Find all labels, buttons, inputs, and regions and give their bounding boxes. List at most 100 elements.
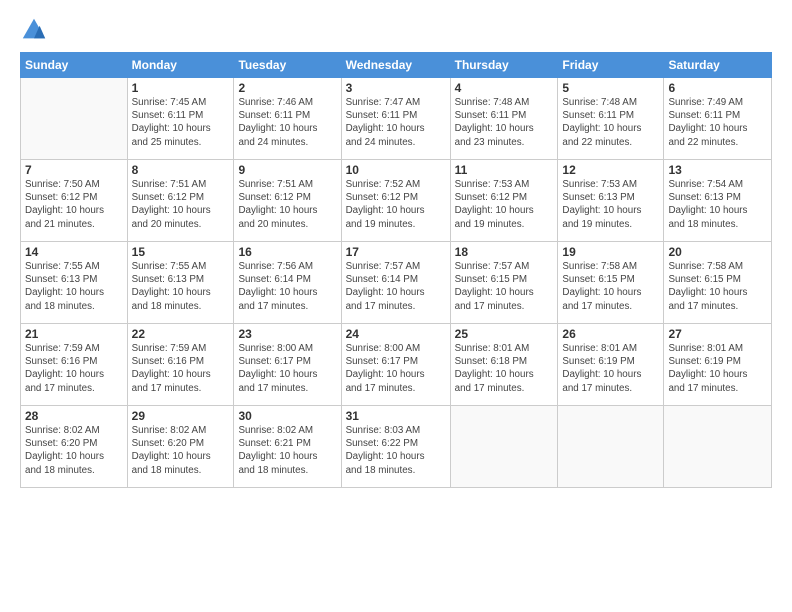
day-info: Sunrise: 7:53 AM Sunset: 6:13 PM Dayligh…	[562, 178, 659, 231]
calendar-cell: 19Sunrise: 7:58 AM Sunset: 6:15 PM Dayli…	[558, 242, 664, 324]
day-info: Sunrise: 7:58 AM Sunset: 6:15 PM Dayligh…	[562, 260, 659, 313]
day-number: 14	[25, 245, 123, 259]
day-info: Sunrise: 7:55 AM Sunset: 6:13 PM Dayligh…	[132, 260, 230, 313]
day-info: Sunrise: 7:49 AM Sunset: 6:11 PM Dayligh…	[668, 96, 767, 149]
day-number: 12	[562, 163, 659, 177]
calendar-cell	[450, 406, 558, 488]
calendar-cell: 5Sunrise: 7:48 AM Sunset: 6:11 PM Daylig…	[558, 78, 664, 160]
calendar-cell: 16Sunrise: 7:56 AM Sunset: 6:14 PM Dayli…	[234, 242, 341, 324]
calendar-cell: 3Sunrise: 7:47 AM Sunset: 6:11 PM Daylig…	[341, 78, 450, 160]
calendar-cell: 26Sunrise: 8:01 AM Sunset: 6:19 PM Dayli…	[558, 324, 664, 406]
calendar-cell: 20Sunrise: 7:58 AM Sunset: 6:15 PM Dayli…	[664, 242, 772, 324]
logo	[20, 16, 52, 44]
calendar-cell: 2Sunrise: 7:46 AM Sunset: 6:11 PM Daylig…	[234, 78, 341, 160]
day-number: 23	[238, 327, 336, 341]
day-number: 18	[455, 245, 554, 259]
calendar-cell: 10Sunrise: 7:52 AM Sunset: 6:12 PM Dayli…	[341, 160, 450, 242]
day-number: 22	[132, 327, 230, 341]
day-number: 10	[346, 163, 446, 177]
calendar-cell: 24Sunrise: 8:00 AM Sunset: 6:17 PM Dayli…	[341, 324, 450, 406]
weekday-header-tuesday: Tuesday	[234, 53, 341, 78]
day-info: Sunrise: 7:46 AM Sunset: 6:11 PM Dayligh…	[238, 96, 336, 149]
page: SundayMondayTuesdayWednesdayThursdayFrid…	[0, 0, 792, 612]
weekday-header-thursday: Thursday	[450, 53, 558, 78]
calendar-cell: 13Sunrise: 7:54 AM Sunset: 6:13 PM Dayli…	[664, 160, 772, 242]
calendar-cell: 22Sunrise: 7:59 AM Sunset: 6:16 PM Dayli…	[127, 324, 234, 406]
day-info: Sunrise: 8:02 AM Sunset: 6:20 PM Dayligh…	[25, 424, 123, 477]
day-number: 29	[132, 409, 230, 423]
day-info: Sunrise: 7:52 AM Sunset: 6:12 PM Dayligh…	[346, 178, 446, 231]
calendar-cell: 8Sunrise: 7:51 AM Sunset: 6:12 PM Daylig…	[127, 160, 234, 242]
day-info: Sunrise: 7:58 AM Sunset: 6:15 PM Dayligh…	[668, 260, 767, 313]
day-info: Sunrise: 7:45 AM Sunset: 6:11 PM Dayligh…	[132, 96, 230, 149]
day-info: Sunrise: 8:02 AM Sunset: 6:21 PM Dayligh…	[238, 424, 336, 477]
calendar-week-5: 28Sunrise: 8:02 AM Sunset: 6:20 PM Dayli…	[21, 406, 772, 488]
calendar-cell	[21, 78, 128, 160]
logo-icon	[20, 16, 48, 44]
day-number: 6	[668, 81, 767, 95]
weekday-header-sunday: Sunday	[21, 53, 128, 78]
header	[20, 16, 772, 44]
calendar-cell: 25Sunrise: 8:01 AM Sunset: 6:18 PM Dayli…	[450, 324, 558, 406]
day-number: 8	[132, 163, 230, 177]
calendar-cell: 27Sunrise: 8:01 AM Sunset: 6:19 PM Dayli…	[664, 324, 772, 406]
day-number: 28	[25, 409, 123, 423]
day-info: Sunrise: 7:51 AM Sunset: 6:12 PM Dayligh…	[132, 178, 230, 231]
day-number: 30	[238, 409, 336, 423]
day-number: 4	[455, 81, 554, 95]
day-info: Sunrise: 7:47 AM Sunset: 6:11 PM Dayligh…	[346, 96, 446, 149]
calendar-week-1: 1Sunrise: 7:45 AM Sunset: 6:11 PM Daylig…	[21, 78, 772, 160]
calendar-cell: 29Sunrise: 8:02 AM Sunset: 6:20 PM Dayli…	[127, 406, 234, 488]
day-number: 25	[455, 327, 554, 341]
day-number: 21	[25, 327, 123, 341]
day-info: Sunrise: 8:03 AM Sunset: 6:22 PM Dayligh…	[346, 424, 446, 477]
calendar-cell: 15Sunrise: 7:55 AM Sunset: 6:13 PM Dayli…	[127, 242, 234, 324]
day-info: Sunrise: 8:01 AM Sunset: 6:19 PM Dayligh…	[562, 342, 659, 395]
day-info: Sunrise: 7:53 AM Sunset: 6:12 PM Dayligh…	[455, 178, 554, 231]
weekday-header-wednesday: Wednesday	[341, 53, 450, 78]
day-number: 24	[346, 327, 446, 341]
calendar-week-3: 14Sunrise: 7:55 AM Sunset: 6:13 PM Dayli…	[21, 242, 772, 324]
day-number: 31	[346, 409, 446, 423]
calendar-cell: 18Sunrise: 7:57 AM Sunset: 6:15 PM Dayli…	[450, 242, 558, 324]
day-info: Sunrise: 8:00 AM Sunset: 6:17 PM Dayligh…	[346, 342, 446, 395]
calendar-cell: 28Sunrise: 8:02 AM Sunset: 6:20 PM Dayli…	[21, 406, 128, 488]
calendar-cell: 11Sunrise: 7:53 AM Sunset: 6:12 PM Dayli…	[450, 160, 558, 242]
calendar-cell: 1Sunrise: 7:45 AM Sunset: 6:11 PM Daylig…	[127, 78, 234, 160]
calendar-table: SundayMondayTuesdayWednesdayThursdayFrid…	[20, 52, 772, 488]
calendar-week-2: 7Sunrise: 7:50 AM Sunset: 6:12 PM Daylig…	[21, 160, 772, 242]
day-number: 2	[238, 81, 336, 95]
day-number: 3	[346, 81, 446, 95]
day-number: 26	[562, 327, 659, 341]
day-number: 27	[668, 327, 767, 341]
day-number: 16	[238, 245, 336, 259]
weekday-header-saturday: Saturday	[664, 53, 772, 78]
day-number: 13	[668, 163, 767, 177]
calendar-cell: 31Sunrise: 8:03 AM Sunset: 6:22 PM Dayli…	[341, 406, 450, 488]
day-number: 15	[132, 245, 230, 259]
day-info: Sunrise: 8:00 AM Sunset: 6:17 PM Dayligh…	[238, 342, 336, 395]
day-number: 9	[238, 163, 336, 177]
calendar-cell: 4Sunrise: 7:48 AM Sunset: 6:11 PM Daylig…	[450, 78, 558, 160]
day-number: 11	[455, 163, 554, 177]
day-info: Sunrise: 7:51 AM Sunset: 6:12 PM Dayligh…	[238, 178, 336, 231]
calendar-cell: 9Sunrise: 7:51 AM Sunset: 6:12 PM Daylig…	[234, 160, 341, 242]
day-info: Sunrise: 7:48 AM Sunset: 6:11 PM Dayligh…	[562, 96, 659, 149]
day-info: Sunrise: 7:48 AM Sunset: 6:11 PM Dayligh…	[455, 96, 554, 149]
day-number: 5	[562, 81, 659, 95]
day-info: Sunrise: 7:54 AM Sunset: 6:13 PM Dayligh…	[668, 178, 767, 231]
day-number: 19	[562, 245, 659, 259]
day-number: 17	[346, 245, 446, 259]
day-info: Sunrise: 8:01 AM Sunset: 6:18 PM Dayligh…	[455, 342, 554, 395]
day-info: Sunrise: 7:57 AM Sunset: 6:15 PM Dayligh…	[455, 260, 554, 313]
day-number: 20	[668, 245, 767, 259]
day-info: Sunrise: 7:55 AM Sunset: 6:13 PM Dayligh…	[25, 260, 123, 313]
calendar-cell: 6Sunrise: 7:49 AM Sunset: 6:11 PM Daylig…	[664, 78, 772, 160]
day-number: 7	[25, 163, 123, 177]
calendar-cell: 7Sunrise: 7:50 AM Sunset: 6:12 PM Daylig…	[21, 160, 128, 242]
day-info: Sunrise: 7:57 AM Sunset: 6:14 PM Dayligh…	[346, 260, 446, 313]
weekday-header-monday: Monday	[127, 53, 234, 78]
calendar-cell: 17Sunrise: 7:57 AM Sunset: 6:14 PM Dayli…	[341, 242, 450, 324]
day-info: Sunrise: 7:59 AM Sunset: 6:16 PM Dayligh…	[25, 342, 123, 395]
day-info: Sunrise: 7:59 AM Sunset: 6:16 PM Dayligh…	[132, 342, 230, 395]
